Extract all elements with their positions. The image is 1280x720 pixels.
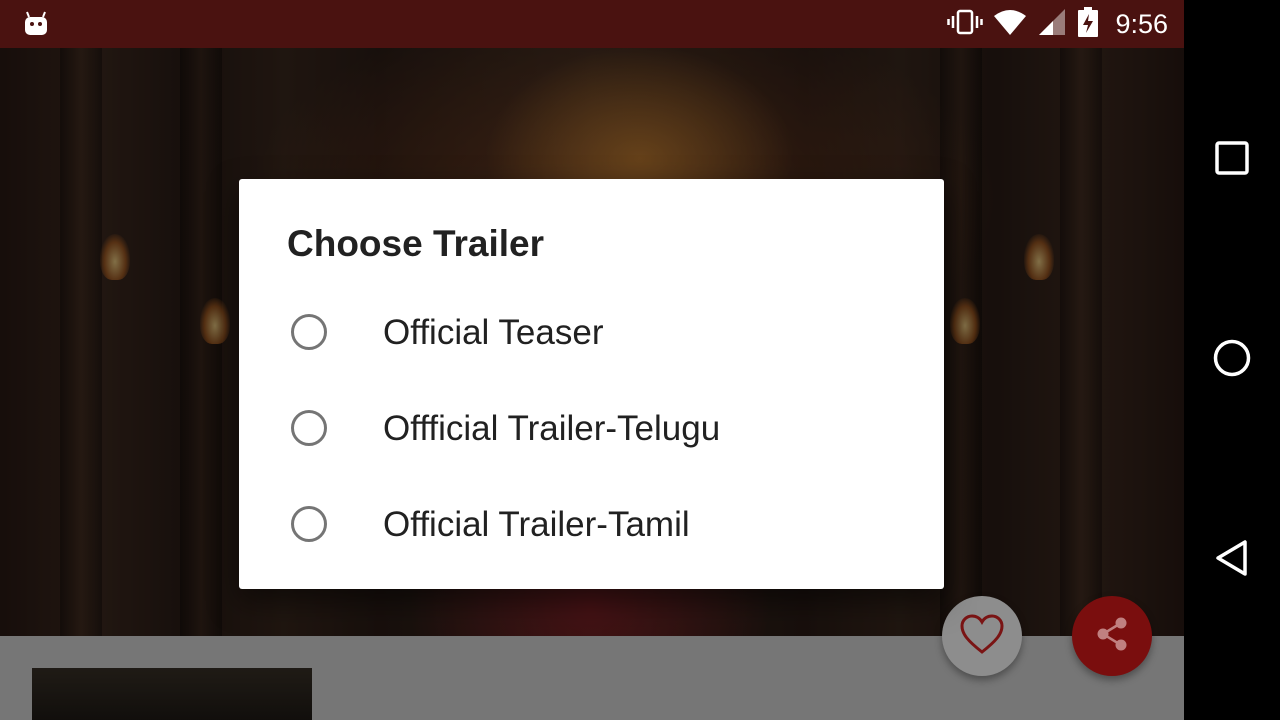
recents-square-icon (1214, 140, 1250, 181)
radio-button[interactable] (291, 410, 327, 446)
trailer-option-official-teaser[interactable]: Official Teaser (239, 285, 944, 381)
vibrate-icon (947, 8, 984, 41)
status-bar: 9:56 (0, 0, 1184, 48)
trailer-option-tamil[interactable]: Official Trailer-Tamil (239, 477, 944, 573)
android-notification-icon (22, 9, 50, 37)
heart-icon (958, 612, 1006, 661)
trailer-option-telugu[interactable]: Offficial Trailer-Telugu (239, 381, 944, 477)
status-time: 9:56 (1115, 8, 1168, 39)
cell-signal-icon (1037, 8, 1067, 41)
option-label: Official Trailer-Tamil (383, 505, 690, 544)
favorite-button[interactable] (942, 596, 1022, 676)
navigation-bar (1184, 0, 1280, 720)
radio-button[interactable] (291, 506, 327, 542)
back-triangle-icon (1212, 538, 1252, 583)
wifi-icon (993, 8, 1027, 41)
back-button[interactable] (1200, 528, 1264, 592)
share-icon (1092, 614, 1132, 659)
battery-charging-icon (1077, 6, 1099, 42)
option-label: Official Teaser (383, 313, 604, 352)
share-button[interactable] (1072, 596, 1152, 676)
option-label: Offficial Trailer-Telugu (383, 409, 721, 448)
dialog-title: Choose Trailer (287, 223, 545, 264)
recents-button[interactable] (1200, 128, 1264, 192)
app-screen: 9:56 Choose Trailer Official Teaser Offf… (0, 0, 1184, 720)
home-circle-icon (1212, 338, 1252, 383)
home-button[interactable] (1200, 328, 1264, 392)
choose-trailer-dialog: Choose Trailer Official Teaser Offficial… (239, 179, 944, 589)
radio-button[interactable] (291, 314, 327, 350)
